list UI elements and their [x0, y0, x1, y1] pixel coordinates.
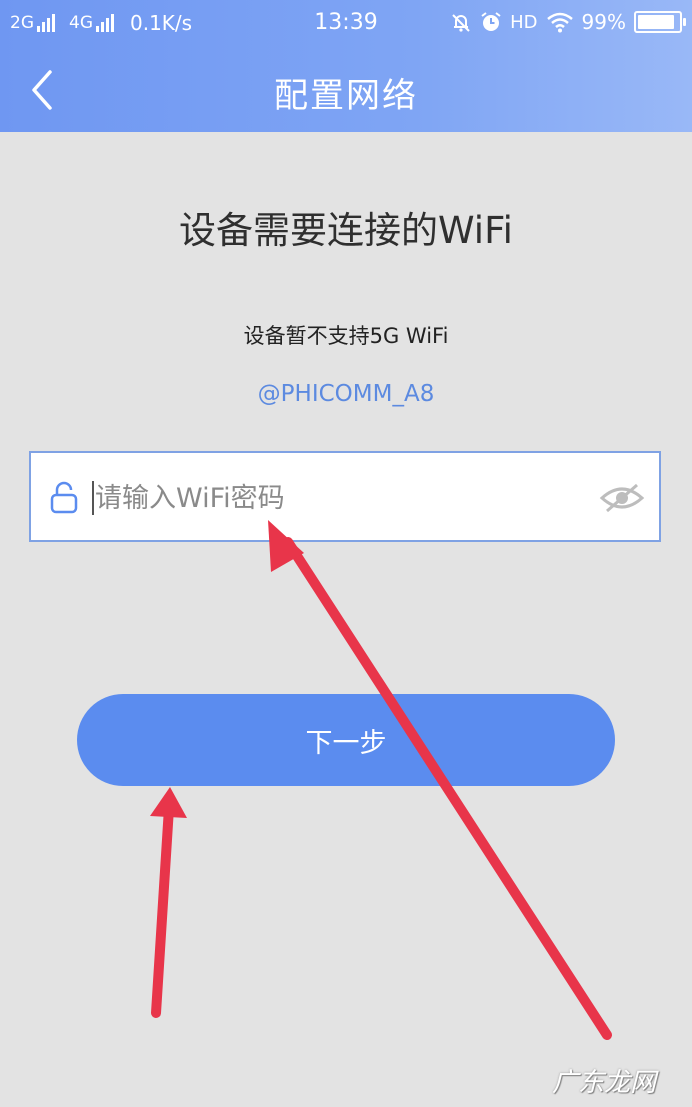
watermark: 广东龙网 [551, 1068, 656, 1098]
alarm-clock-icon [481, 12, 501, 31]
password-input[interactable] [93, 473, 577, 523]
password-field[interactable] [29, 451, 661, 542]
wifi-icon [546, 12, 573, 33]
status-bar: 2G 4G 0.1K/s 13:39 HD 99% [0, 0, 692, 46]
battery-icon [634, 11, 686, 33]
next-step-button[interactable]: 下一步 [77, 694, 615, 786]
page-title: 配置网络 [274, 76, 418, 116]
lock-icon [50, 481, 78, 514]
status-bar-right: HD 99% [442, 10, 686, 34]
arrow-to-button-line [151, 803, 174, 1018]
wifi-heading: 设备需要连接的WiFi [179, 209, 513, 252]
mute-bell-icon [452, 14, 470, 32]
wifi-ssid: @PHICOMM_A8 [257, 381, 435, 407]
arrow-to-button-head [150, 787, 187, 818]
app-header: 2G 4G 0.1K/s 13:39 HD 99% 配置网络 [0, 0, 692, 132]
eye-off-icon[interactable] [599, 483, 645, 513]
annotation-arrows [150, 520, 612, 1040]
battery-fill [638, 15, 674, 29]
5g-notice: 设备暂不支持5G WiFi [243, 324, 449, 348]
arrow-to-password-line [283, 537, 612, 1040]
hd-indicator: HD [510, 11, 538, 33]
battery-percent: 99% [581, 10, 626, 34]
